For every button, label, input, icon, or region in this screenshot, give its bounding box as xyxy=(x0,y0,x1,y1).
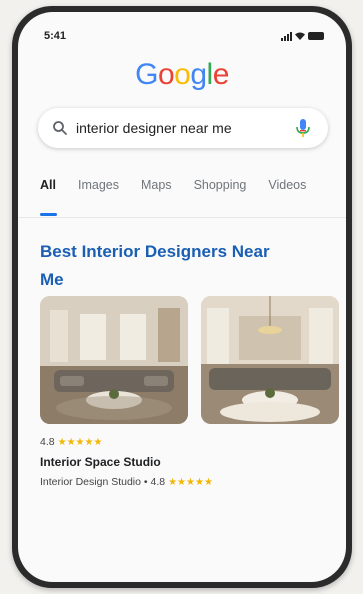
signal-icon xyxy=(281,31,292,41)
tab-shopping[interactable]: Shopping xyxy=(194,178,247,204)
google-logo[interactable]: Google xyxy=(18,58,346,92)
result-title-link[interactable]: Best Interior Designers Near Me xyxy=(40,238,270,294)
tab-images[interactable]: Images xyxy=(78,178,119,204)
search-tabs: All Images Maps Shopping Videos xyxy=(40,178,338,216)
rating-row: 4.8 ★★★★★ xyxy=(40,436,102,448)
business-name[interactable]: Interior Space Studio xyxy=(40,455,161,469)
result-image-living-room-2[interactable] xyxy=(201,296,339,424)
star-rating-icons: ★★★★★ xyxy=(168,476,213,488)
status-icons xyxy=(281,31,324,41)
star-rating-icons: ★★★★★ xyxy=(57,436,103,448)
tab-maps[interactable]: Maps xyxy=(141,178,172,204)
wifi-icon xyxy=(295,32,305,40)
tab-divider xyxy=(18,217,346,218)
phone-frame: 5:41 Google interior designer near me Al… xyxy=(12,6,352,588)
result-image-living-room-1[interactable] xyxy=(40,296,188,424)
phone-screen: 5:41 Google interior designer near me Al… xyxy=(18,12,346,582)
tab-videos[interactable]: Videos xyxy=(268,178,306,204)
status-bar: 5:41 xyxy=(44,28,324,44)
search-icon xyxy=(53,121,67,135)
battery-icon xyxy=(308,32,324,40)
microphone-icon[interactable] xyxy=(294,118,312,138)
tab-all[interactable]: All xyxy=(40,178,57,216)
logo-letter: o xyxy=(174,58,191,91)
business-meta: Interior Design Studio • 4.8 ★★★★★ xyxy=(40,476,213,488)
logo-letter: g xyxy=(190,58,207,91)
search-box[interactable]: interior designer near me xyxy=(38,108,328,148)
status-time: 5:41 xyxy=(44,30,67,42)
rating-value: 4.8 xyxy=(40,436,55,448)
business-category: Interior Design Studio • 4.8 xyxy=(40,476,166,488)
logo-letter: e xyxy=(212,58,230,91)
logo-letter: o xyxy=(157,58,175,91)
search-input[interactable]: interior designer near me xyxy=(76,120,294,136)
logo-letter: G xyxy=(135,58,158,91)
